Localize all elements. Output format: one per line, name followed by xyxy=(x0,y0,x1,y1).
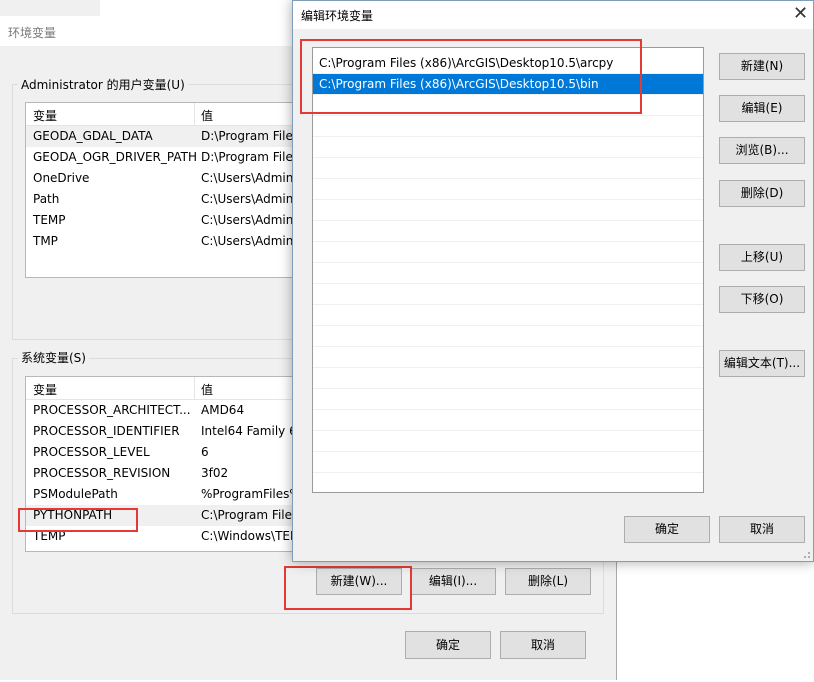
edit-path-button[interactable]: 编辑(E) xyxy=(719,95,805,122)
table-row[interactable]: PROCESSOR_ARCHITECT... AMD64 xyxy=(26,400,316,421)
column-header-value[interactable]: 值 xyxy=(201,107,213,124)
background-window-tab xyxy=(0,0,100,17)
list-item[interactable] xyxy=(313,179,703,200)
column-header-variable[interactable]: 变量 xyxy=(33,381,57,398)
var-value: C:\Program File xyxy=(201,508,292,522)
table-row[interactable]: PROCESSOR_IDENTIFIER Intel64 Family 6 xyxy=(26,421,316,442)
var-value: D:\Program File xyxy=(201,150,293,164)
list-item[interactable] xyxy=(313,242,703,263)
table-row[interactable]: PSModulePath %ProgramFiles% xyxy=(26,484,316,505)
var-name: OneDrive xyxy=(33,171,90,185)
list-item[interactable] xyxy=(313,137,703,158)
list-item[interactable] xyxy=(313,368,703,389)
edit-text-button[interactable]: 编辑文本(T)... xyxy=(719,350,805,377)
var-name: PROCESSOR_ARCHITECT... xyxy=(33,403,191,417)
list-item[interactable] xyxy=(313,326,703,347)
dialog-cancel-button[interactable]: 取消 xyxy=(719,516,805,543)
var-value: Intel64 Family 6 xyxy=(201,424,297,438)
var-value: C:\Windows\TEM xyxy=(201,529,301,543)
env-ok-button[interactable]: 确定 xyxy=(405,631,491,659)
list-item[interactable] xyxy=(313,284,703,305)
dialog-title: 编辑环境变量 xyxy=(301,9,374,23)
list-item[interactable] xyxy=(313,389,703,410)
move-down-button[interactable]: 下移(O) xyxy=(719,286,805,313)
var-name: PROCESSOR_IDENTIFIER xyxy=(33,424,180,438)
system-edit-button[interactable]: 编辑(I)... xyxy=(410,568,496,595)
table-row[interactable]: OneDrive C:\Users\Admin xyxy=(26,168,316,189)
user-variables-header: 变量 值 xyxy=(26,103,316,126)
table-row[interactable]: GEODA_GDAL_DATA D:\Program File xyxy=(26,126,316,147)
highlight-pythonpath xyxy=(18,508,138,532)
list-item[interactable] xyxy=(313,116,703,137)
list-item[interactable] xyxy=(313,410,703,431)
column-header-value[interactable]: 值 xyxy=(201,381,213,398)
browse-button[interactable]: 浏览(B)... xyxy=(719,137,805,164)
var-value: D:\Program File xyxy=(201,129,293,143)
list-item[interactable] xyxy=(313,347,703,368)
var-name: PSModulePath xyxy=(33,487,118,501)
dialog-ok-button[interactable]: 确定 xyxy=(624,516,710,543)
var-value: C:\Users\Admin xyxy=(201,171,294,185)
var-value: 3f02 xyxy=(201,466,229,480)
system-variables-label: 系统变量(S) xyxy=(18,349,89,366)
new-path-button[interactable]: 新建(N) xyxy=(719,53,805,80)
var-name: Path xyxy=(33,192,60,206)
system-variables-header: 变量 值 xyxy=(26,377,316,400)
var-value: C:\Users\Admin xyxy=(201,192,294,206)
table-row[interactable]: TMP C:\Users\Admin xyxy=(26,231,316,252)
table-row[interactable]: TEMP C:\Users\Admin xyxy=(26,210,316,231)
user-variables-label: Administrator 的用户变量(U) xyxy=(18,76,188,93)
list-item[interactable] xyxy=(313,221,703,242)
delete-path-button[interactable]: 删除(D) xyxy=(719,180,805,207)
highlight-path-entries xyxy=(300,39,642,114)
list-item[interactable] xyxy=(313,452,703,473)
var-name: TEMP xyxy=(33,213,66,227)
var-name: GEODA_GDAL_DATA xyxy=(33,129,153,143)
table-row[interactable]: PROCESSOR_LEVEL 6 xyxy=(26,442,316,463)
move-up-button[interactable]: 上移(U) xyxy=(719,244,805,271)
highlight-new-button xyxy=(284,566,412,610)
list-item[interactable] xyxy=(313,200,703,221)
resize-grip-icon[interactable] xyxy=(801,549,811,559)
environment-variables-title: 环境变量 xyxy=(8,26,57,40)
var-value: 6 xyxy=(201,445,209,459)
table-row[interactable]: Path C:\Users\Admin xyxy=(26,189,316,210)
list-item[interactable] xyxy=(313,305,703,326)
list-item[interactable] xyxy=(313,263,703,284)
user-variables-list[interactable]: 变量 值 GEODA_GDAL_DATA D:\Program File GEOD… xyxy=(25,102,317,278)
list-item[interactable] xyxy=(313,431,703,452)
var-value: C:\Users\Admin xyxy=(201,213,294,227)
var-name: GEODA_OGR_DRIVER_PATH xyxy=(33,150,197,164)
var-name: PROCESSOR_REVISION xyxy=(33,466,171,480)
var-name: PROCESSOR_LEVEL xyxy=(33,445,150,459)
var-name: TMP xyxy=(33,234,58,248)
var-value: %ProgramFiles% xyxy=(201,487,301,501)
close-icon[interactable]: ✕ xyxy=(793,3,808,24)
table-row[interactable]: PROCESSOR_REVISION 3f02 xyxy=(26,463,316,484)
var-value: C:\Users\Admin xyxy=(201,234,294,248)
list-item[interactable] xyxy=(313,158,703,179)
var-value: AMD64 xyxy=(201,403,245,417)
system-delete-button[interactable]: 删除(L) xyxy=(505,568,591,595)
table-row[interactable]: GEODA_OGR_DRIVER_PATH D:\Program File xyxy=(26,147,316,168)
column-header-variable[interactable]: 变量 xyxy=(33,107,57,124)
env-cancel-button[interactable]: 取消 xyxy=(500,631,586,659)
